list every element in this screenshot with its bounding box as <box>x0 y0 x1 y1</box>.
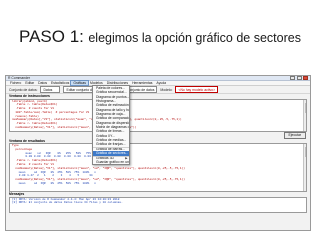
menu-editar[interactable]: Editar <box>23 81 36 85</box>
action-row: Ejecutar <box>6 131 310 139</box>
menu-item[interactable]: Guardar gráfico en un archivo▶ <box>93 160 129 164</box>
r-commander-window: R Commander Fichero Editar Datos Estadístic… <box>5 75 311 231</box>
menu-datos[interactable]: Datos <box>36 81 49 85</box>
menu-item[interactable]: Gráfica de franjas... <box>93 142 129 146</box>
code-line: mean sd IQR 0% 25% 50% 75% 100% n <box>12 181 96 185</box>
script-pane[interactable]: library(abind, pos=4) .Table <- table(Da… <box>9 98 307 132</box>
maximize-icon[interactable] <box>296 76 302 80</box>
graficas-dropdown-menu: Paleta de colores... Gráfica secuencial..… <box>92 85 130 166</box>
window-title: R Commander <box>8 76 31 80</box>
run-button[interactable]: Ejecutar <box>283 131 306 139</box>
output-scrollbar[interactable] <box>303 144 306 191</box>
model-label: Modelo: <box>160 87 173 92</box>
active-model-button[interactable]: <No hay modelo activo> <box>175 86 219 93</box>
script-scrollbar[interactable] <box>303 99 306 131</box>
code-line: numSummary(Datos[,"V1"], statistics=c("m… <box>12 126 137 130</box>
toolbar: Conjunto de datos: Datos Editar conjunto… <box>6 86 310 94</box>
slide-title: PASO 1: elegimos la opción gráfico de se… <box>10 27 310 46</box>
output-pane[interactable]: Type percentage mean sd IQR 0% 25% 50% 7… <box>9 143 307 192</box>
menu-ayuda[interactable]: Ayuda <box>154 81 168 85</box>
menu-graficas[interactable]: Gráficas <box>70 80 89 86</box>
menu-item-label: Gráfica de sectores... <box>96 151 129 156</box>
menu-estadisticos[interactable]: Estadísticos <box>49 81 71 85</box>
slide-title-strong: PASO 1: <box>19 27 84 46</box>
menu-item-label: Guardar gráfico en un archivo <box>96 159 129 164</box>
menu-fichero[interactable]: Fichero <box>8 81 23 85</box>
script-lines: library(abind, pos=4) .Table <- table(Da… <box>10 100 306 130</box>
output-lines: Type percentage mean sd IQR 0% 25% 50% 7… <box>10 144 306 186</box>
window-controls <box>290 76 308 80</box>
messages-pane[interactable]: [1] NOTA: Versión de R Commander 2.4-4: … <box>9 196 307 213</box>
close-icon[interactable] <box>303 76 308 80</box>
menu-item-grafica-de-sectores[interactable]: Gráfica de sectores... <box>93 151 129 156</box>
dataset-label: Conjunto de datos: <box>9 87 38 92</box>
message-lines: [1] NOTA: Versión de R Commander 2.4-4: … <box>10 198 306 206</box>
minimize-icon[interactable] <box>290 76 295 80</box>
slide-title-rest: elegimos la opción gráfico de sectores <box>88 31 301 45</box>
scrollbar-thumb[interactable] <box>304 102 306 113</box>
code-line: [2] NOTA: El conjunto de datos Datos tie… <box>12 201 123 205</box>
menu-item-label: Gráfica de franjas... <box>96 142 126 147</box>
scrollbar-thumb[interactable] <box>304 147 306 157</box>
active-dataset-button[interactable]: Datos <box>40 86 61 93</box>
menu-herramientas[interactable]: Herramientas <box>130 81 154 85</box>
